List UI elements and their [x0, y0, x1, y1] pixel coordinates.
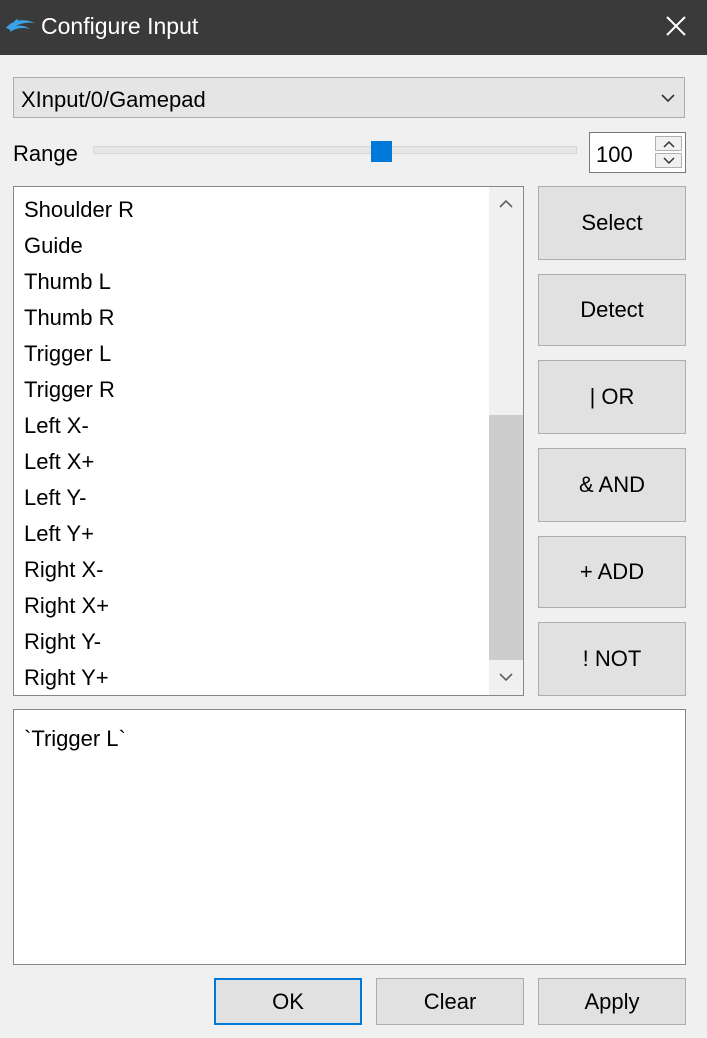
- range-slider-thumb[interactable]: [371, 141, 392, 162]
- range-slider-track[interactable]: [93, 146, 577, 154]
- input-list[interactable]: Shoulder R Guide Thumb L Thumb R Trigger…: [13, 186, 524, 696]
- chevron-up-icon: [499, 199, 513, 208]
- scroll-up-button[interactable]: [489, 187, 523, 221]
- clear-button[interactable]: Clear: [376, 978, 524, 1025]
- close-icon[interactable]: [660, 12, 692, 42]
- list-item[interactable]: Left X+: [24, 449, 94, 475]
- chevron-up-icon: [663, 140, 675, 148]
- scroll-thumb[interactable]: [489, 415, 523, 660]
- list-item[interactable]: Left Y-: [24, 485, 86, 511]
- list-item[interactable]: Trigger L: [24, 341, 111, 367]
- list-item[interactable]: Guide: [24, 233, 83, 259]
- ok-button[interactable]: OK: [214, 978, 362, 1025]
- spin-up-button[interactable]: [655, 136, 682, 151]
- and-button[interactable]: & AND: [538, 448, 686, 522]
- device-dropdown[interactable]: XInput/0/Gamepad: [13, 77, 685, 118]
- detect-button[interactable]: Detect: [538, 274, 686, 346]
- expression-editor[interactable]: `Trigger L`: [13, 709, 686, 965]
- expression-text: `Trigger L`: [24, 726, 126, 751]
- not-button[interactable]: ! NOT: [538, 622, 686, 696]
- apply-button[interactable]: Apply: [538, 978, 686, 1025]
- title-bar: Configure Input: [0, 0, 707, 55]
- dolphin-icon: [6, 19, 35, 32]
- chevron-down-icon: [499, 673, 513, 682]
- list-item[interactable]: Right X+: [24, 593, 109, 619]
- scroll-down-button[interactable]: [489, 661, 523, 695]
- range-value: 100: [596, 142, 633, 167]
- list-item[interactable]: Shoulder R: [24, 197, 134, 223]
- list-item[interactable]: Left Y+: [24, 521, 94, 547]
- spin-down-button[interactable]: [655, 153, 682, 168]
- select-button[interactable]: Select: [538, 186, 686, 260]
- list-item[interactable]: Left X-: [24, 413, 89, 439]
- range-label: Range: [13, 141, 78, 166]
- or-button[interactable]: | OR: [538, 360, 686, 434]
- range-spinbox[interactable]: 100: [589, 132, 686, 173]
- device-selected-value: XInput/0/Gamepad: [21, 87, 206, 112]
- list-item[interactable]: Thumb L: [24, 269, 111, 295]
- list-item[interactable]: Right Y-: [24, 629, 101, 655]
- chevron-down-icon: [661, 94, 675, 103]
- window-title: Configure Input: [41, 13, 199, 39]
- input-list-scrollbar[interactable]: [489, 187, 523, 695]
- chevron-down-icon: [663, 157, 675, 165]
- list-item[interactable]: Trigger R: [24, 377, 115, 403]
- add-button[interactable]: + ADD: [538, 536, 686, 608]
- list-item[interactable]: Right X-: [24, 557, 103, 583]
- list-item[interactable]: Right Y+: [24, 665, 109, 691]
- list-item[interactable]: Thumb R: [24, 305, 114, 331]
